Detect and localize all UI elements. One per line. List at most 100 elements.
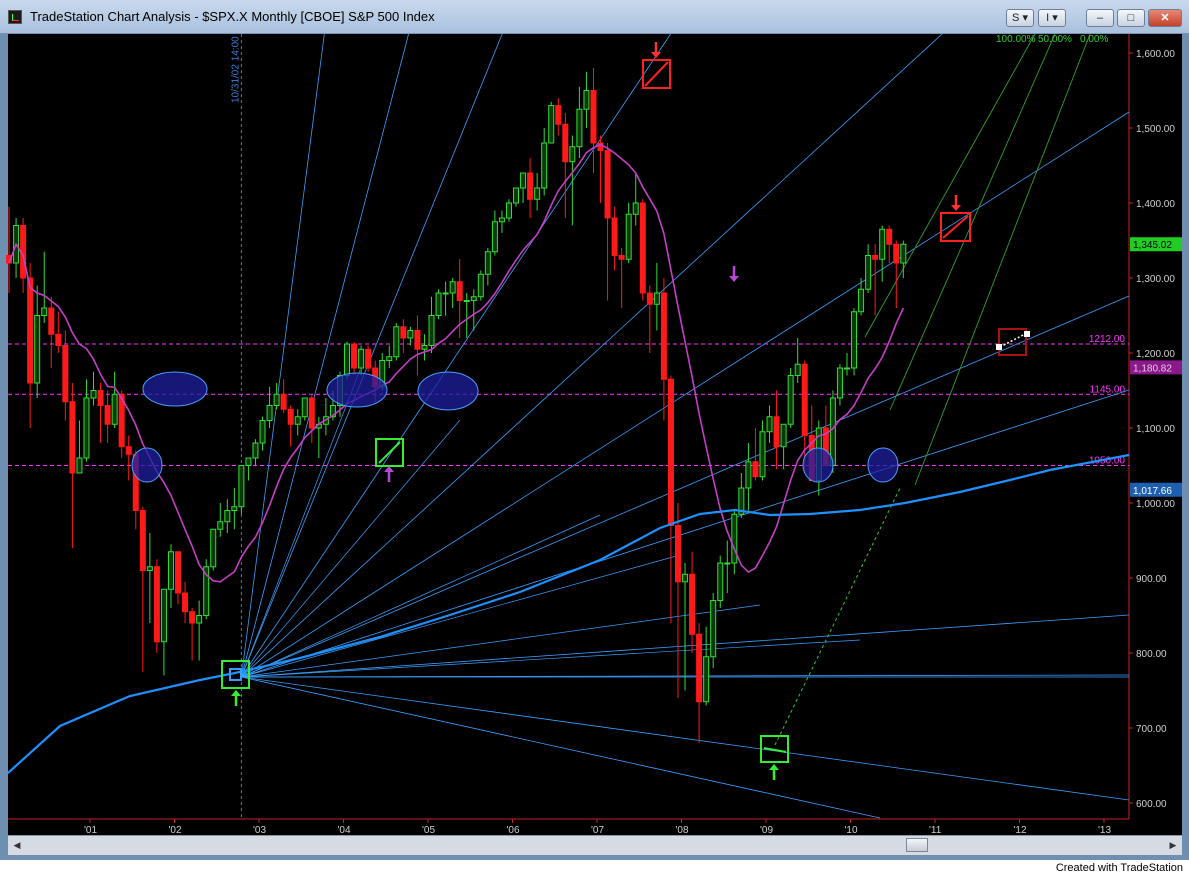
candle-body[interactable] — [555, 105, 562, 125]
candle-body[interactable] — [759, 431, 766, 478]
candle-body[interactable] — [414, 330, 421, 350]
candle-body[interactable] — [41, 307, 48, 316]
candle-body[interactable] — [238, 465, 245, 508]
candle-body[interactable] — [428, 315, 435, 346]
candle-body[interactable] — [287, 408, 294, 425]
candle-body[interactable] — [400, 326, 407, 339]
candle-body[interactable] — [69, 401, 76, 474]
candle-body[interactable] — [611, 217, 618, 256]
candle-body[interactable] — [829, 397, 836, 466]
candle-body[interactable] — [851, 311, 858, 369]
candle-body[interactable] — [541, 142, 548, 189]
candle-body[interactable] — [872, 255, 879, 260]
candle-body[interactable] — [576, 108, 583, 148]
candle-body[interactable] — [484, 251, 491, 275]
candle-body[interactable] — [146, 566, 153, 571]
maximize-button[interactable]: □ — [1117, 9, 1145, 27]
candle-body[interactable] — [139, 510, 146, 571]
candle-body[interactable] — [456, 281, 463, 301]
candle-body[interactable] — [731, 513, 738, 564]
candle-body[interactable] — [463, 300, 470, 302]
candle-body[interactable] — [505, 202, 512, 219]
candle-body[interactable] — [125, 446, 132, 455]
candle-body[interactable] — [590, 90, 597, 144]
candle-body[interactable] — [358, 348, 365, 369]
candle-body[interactable] — [301, 397, 308, 418]
candle-body[interactable] — [308, 397, 315, 429]
candle-body[interactable] — [569, 146, 576, 163]
candle-body[interactable] — [449, 281, 456, 294]
candle-body[interactable] — [660, 292, 667, 380]
candle-body[interactable] — [752, 461, 759, 478]
scroll-right-icon[interactable]: ▶ — [1166, 838, 1180, 852]
candle-body[interactable] — [745, 461, 752, 489]
minimize-button[interactable]: – — [1086, 9, 1114, 27]
candle-body[interactable] — [787, 375, 794, 425]
candle-body[interactable] — [111, 393, 118, 425]
candle-body[interactable] — [562, 123, 569, 163]
candle-body[interactable] — [625, 213, 632, 260]
candle-body[interactable] — [210, 528, 217, 568]
indicator-menu-button[interactable]: I ▾ — [1038, 9, 1066, 27]
candle-body[interactable] — [104, 405, 111, 425]
candle-body[interactable] — [62, 345, 69, 403]
candle-body[interactable] — [879, 228, 886, 260]
candle-body[interactable] — [858, 288, 865, 313]
candle-body[interactable] — [710, 600, 717, 658]
candle-body[interactable] — [724, 562, 731, 565]
candle-body[interactable] — [217, 521, 224, 530]
candle-body[interactable] — [689, 573, 696, 635]
candle-body[interactable] — [97, 390, 104, 406]
candle-body[interactable] — [34, 315, 41, 384]
candle-body[interactable] — [632, 202, 639, 215]
candle-body[interactable] — [717, 562, 724, 601]
candle-body[interactable] — [703, 656, 710, 703]
candle-body[interactable] — [491, 221, 498, 253]
candle-body[interactable] — [245, 457, 252, 466]
candle-body[interactable] — [83, 397, 90, 459]
candle-body[interactable] — [893, 243, 900, 264]
candle-body[interactable] — [393, 326, 400, 358]
candle-body[interactable] — [90, 390, 97, 399]
candle-body[interactable] — [365, 348, 372, 369]
price-chart[interactable]: 600.00 700.00 800.00 900.00 1,000.00 1,100.00… — [0, 0, 1189, 860]
candle-body[interactable] — [27, 277, 34, 384]
candle-body[interactable] — [794, 363, 801, 376]
candle-body[interactable] — [266, 405, 273, 421]
candle-body[interactable] — [836, 367, 843, 399]
candle-body[interactable] — [280, 393, 287, 410]
candle-body[interactable] — [639, 202, 646, 294]
horizontal-scrollbar[interactable]: ◀ ▶ — [8, 835, 1182, 855]
scroll-left-icon[interactable]: ◀ — [10, 838, 24, 852]
candle-body[interactable] — [865, 255, 872, 290]
candle-body[interactable] — [604, 150, 611, 219]
candle-body[interactable] — [294, 416, 301, 425]
candle-body[interactable] — [421, 345, 428, 350]
candle-body[interactable] — [900, 243, 907, 264]
candle-body[interactable] — [513, 187, 520, 204]
symbol-menu-button[interactable]: S ▾ — [1006, 9, 1034, 27]
candle-body[interactable] — [273, 393, 280, 406]
candle-body[interactable] — [442, 292, 449, 295]
target-marker-handle[interactable] — [1024, 331, 1030, 337]
candle-body[interactable] — [175, 551, 182, 594]
candle-body[interactable] — [674, 525, 681, 583]
candle-body[interactable] — [160, 588, 167, 643]
candle-body[interactable] — [48, 307, 55, 335]
candle-body[interactable] — [886, 228, 893, 245]
candle-body[interactable] — [618, 255, 625, 260]
candle-body[interactable] — [55, 333, 62, 346]
candle-body[interactable] — [224, 510, 231, 523]
candle-body[interactable] — [843, 367, 850, 370]
candle-body[interactable] — [667, 378, 674, 526]
candle-body[interactable] — [196, 615, 203, 624]
plot-area[interactable] — [8, 34, 1129, 819]
candle-body[interactable] — [407, 330, 414, 339]
candle-body[interactable] — [76, 457, 83, 474]
candle-body[interactable] — [653, 292, 660, 305]
candle-body[interactable] — [153, 566, 160, 643]
candle-body[interactable] — [527, 172, 534, 200]
candle-body[interactable] — [583, 90, 590, 110]
scroll-thumb[interactable] — [906, 838, 928, 852]
candle-body[interactable] — [534, 187, 541, 200]
